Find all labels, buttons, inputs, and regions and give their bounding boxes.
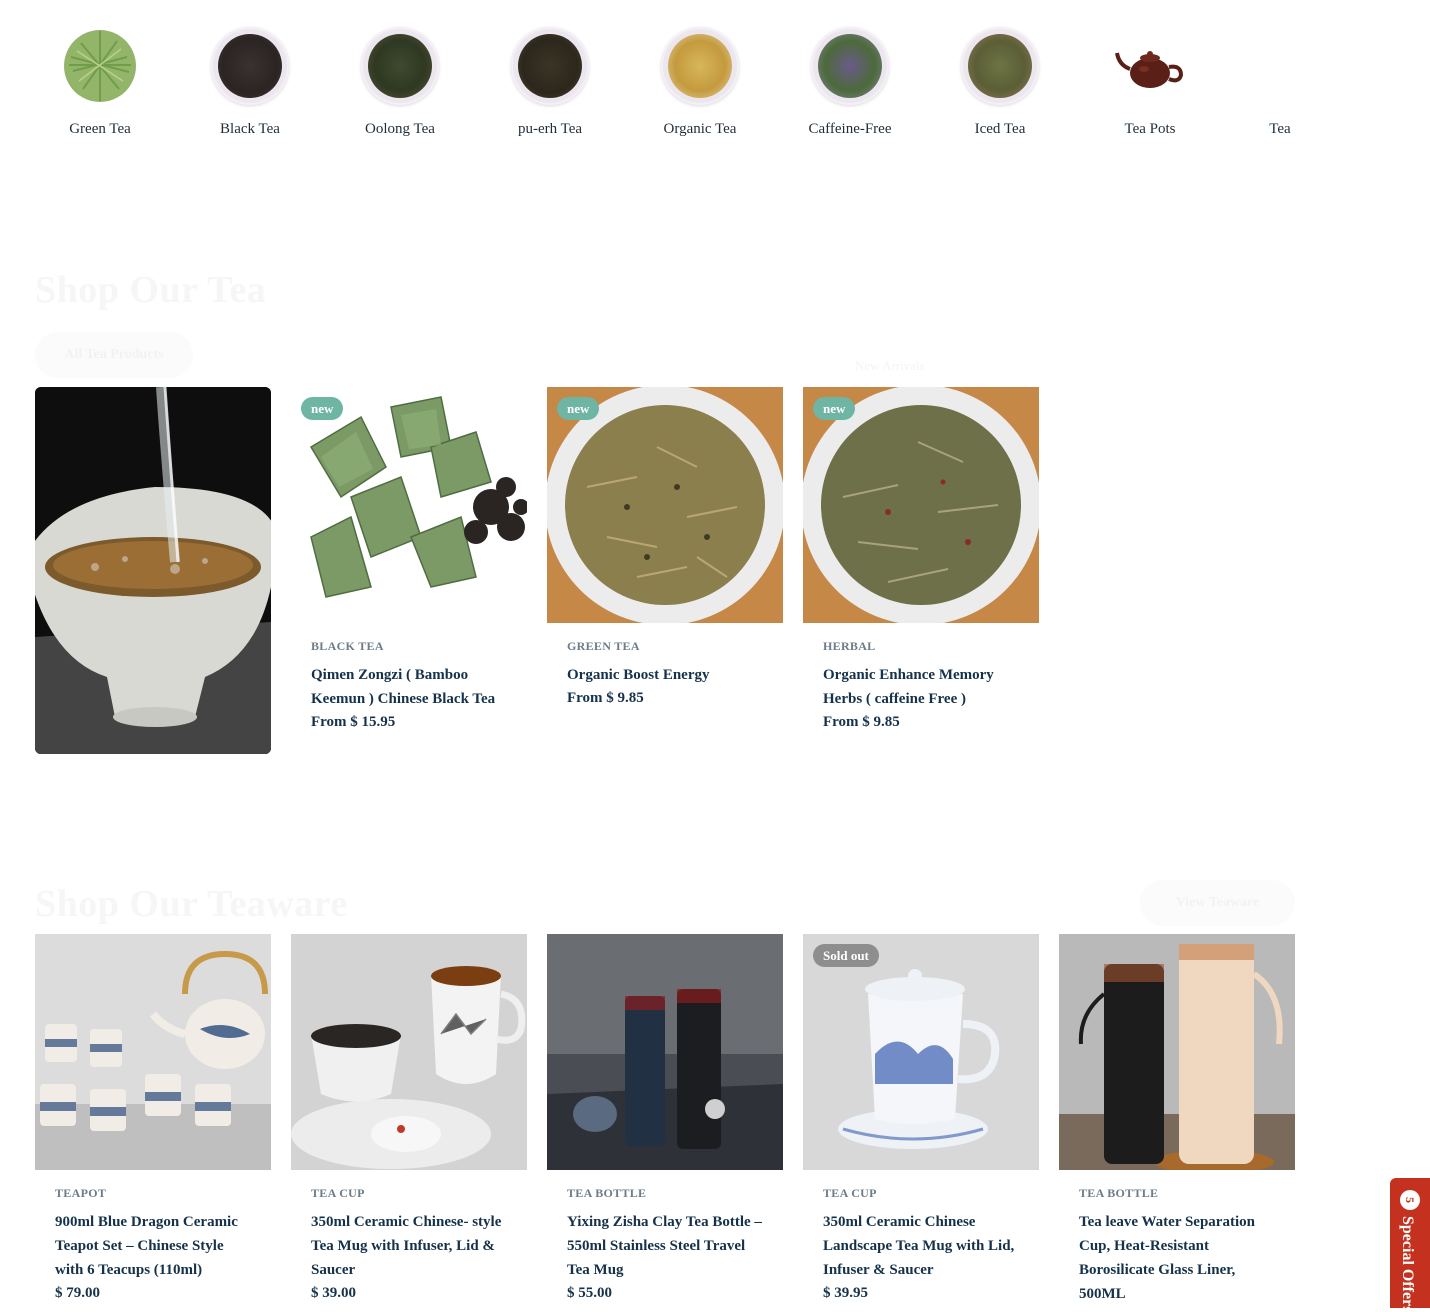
- product-price: $ 79.00: [55, 1285, 100, 1301]
- caffeine-free-bowl-icon: [811, 27, 889, 105]
- pu-erh-tea-bowl-icon: [511, 27, 589, 105]
- product-title[interactable]: Yixing Zisha Clay Tea Bottle – 550ml Sta…: [567, 1210, 763, 1282]
- product-title[interactable]: 350ml Ceramic Chinese- style Tea Mug wit…: [311, 1210, 507, 1282]
- product-price: $ 39.95: [823, 1285, 868, 1301]
- product-card[interactable]: new BLACK TEA Qimen Zongzi ( Bamboo Keem…: [291, 387, 527, 731]
- tea-section-title: Shop Our Tea: [35, 269, 267, 311]
- product-title[interactable]: 350ml Ceramic Chinese Landscape Tea Mug …: [823, 1210, 1019, 1282]
- category-label: Tea Pots: [1124, 121, 1176, 137]
- product-price: From $ 9.85: [823, 714, 900, 730]
- product-image[interactable]: new: [803, 387, 1039, 623]
- product-type: TEAPOT: [55, 1186, 107, 1200]
- product-type: TEA CUP: [823, 1186, 877, 1200]
- product-card[interactable]: TEA BOTTLE Tea leave Water Separation Cu…: [1059, 934, 1295, 1309]
- view-teaware-button[interactable]: View Teaware: [1140, 880, 1295, 926]
- category-green-tea[interactable]: Green Tea: [25, 0, 175, 137]
- badge-sold-out: Sold out: [813, 944, 879, 967]
- green-tea-leaves-icon: [61, 27, 139, 105]
- product-type: TEA CUP: [311, 1186, 365, 1200]
- offer-count-badge: 5: [1400, 1190, 1420, 1210]
- product-type: BLACK TEA: [311, 639, 384, 653]
- category-black-tea[interactable]: Black Tea: [175, 0, 325, 137]
- badge-new: new: [813, 397, 856, 420]
- product-card[interactable]: new GREEN TEA Organic Boost Energy From …: [547, 387, 783, 707]
- product-title[interactable]: Organic Boost Energy: [567, 663, 763, 687]
- category-label: Black Tea: [220, 121, 280, 137]
- teapot-icon: [1111, 27, 1189, 105]
- category-tea[interactable]: Tea: [1205, 0, 1295, 137]
- special-offers-tab[interactable]: 5 Special Offers: [1390, 1178, 1430, 1312]
- organic-tea-bowl-icon: [661, 27, 739, 105]
- product-card[interactable]: TEA CUP 350ml Ceramic Chinese- style Tea…: [291, 934, 527, 1302]
- product-price: $ 55.00: [567, 1285, 612, 1301]
- product-card[interactable]: Sold out TEA CUP 350ml Ceramic Chinese L…: [803, 934, 1039, 1302]
- product-image[interactable]: [291, 934, 527, 1170]
- category-label: Tea: [1269, 121, 1291, 137]
- category-label: Oolong Tea: [365, 121, 435, 137]
- product-card[interactable]: TEA BOTTLE Yixing Zisha Clay Tea Bottle …: [547, 934, 783, 1302]
- badge-new: new: [557, 397, 600, 420]
- product-type: TEA BOTTLE: [1079, 1186, 1159, 1200]
- category-pu-erh-tea[interactable]: pu-erh Tea: [475, 0, 625, 137]
- product-card[interactable]: TEAPOT 900ml Blue Dragon Ceramic Teapot …: [35, 934, 271, 1302]
- product-type: HERBAL: [823, 639, 876, 653]
- product-price: From $ 9.85: [567, 690, 644, 706]
- category-label: Caffeine-Free: [808, 121, 892, 137]
- black-tea-bowl-icon: [211, 27, 289, 105]
- product-type: GREEN TEA: [567, 639, 640, 653]
- category-label: pu-erh Tea: [517, 121, 583, 137]
- tea-bottle-icon: [1241, 27, 1295, 105]
- category-label: Iced Tea: [974, 121, 1026, 137]
- category-carousel: Green Tea Black Tea Oolong Tea pu-erh Te…: [25, 0, 1295, 160]
- product-price: From $ 15.95: [311, 714, 396, 730]
- teaware-section-title: Shop Our Teaware: [35, 883, 348, 925]
- all-tea-button[interactable]: All Tea Products: [35, 332, 193, 378]
- product-image[interactable]: [547, 934, 783, 1170]
- product-title[interactable]: 900ml Blue Dragon Ceramic Teapot Set – C…: [55, 1210, 251, 1282]
- product-image[interactable]: new: [547, 387, 783, 623]
- product-price: $ 39.00: [311, 1285, 356, 1301]
- product-title[interactable]: Qimen Zongzi ( Bamboo Keemun ) Chinese B…: [311, 663, 507, 711]
- tea-hero-image: [35, 387, 271, 754]
- offer-label: Special Offers: [1399, 1216, 1416, 1312]
- product-image[interactable]: new: [291, 387, 527, 623]
- new-arrivals-link[interactable]: New Arrivals: [855, 358, 925, 374]
- product-image[interactable]: Sold out: [803, 934, 1039, 1170]
- category-label: Green Tea: [69, 121, 131, 137]
- product-type: TEA BOTTLE: [567, 1186, 647, 1200]
- product-image[interactable]: [1059, 934, 1295, 1170]
- category-caffeine-free[interactable]: Caffeine-Free: [775, 0, 925, 137]
- category-organic-tea[interactable]: Organic Tea: [625, 0, 775, 137]
- category-label: Organic Tea: [663, 121, 737, 137]
- category-iced-tea[interactable]: Iced Tea: [925, 0, 1075, 137]
- badge-new: new: [301, 397, 344, 420]
- product-title[interactable]: Organic Enhance Memory Herbs ( caffeine …: [823, 663, 1019, 711]
- category-oolong-tea[interactable]: Oolong Tea: [325, 0, 475, 137]
- product-image[interactable]: [35, 934, 271, 1170]
- category-tea-pots[interactable]: Tea Pots: [1075, 0, 1225, 137]
- product-card[interactable]: new HERBAL Organic Enhance Memory Herbs …: [803, 387, 1039, 731]
- oolong-tea-bowl-icon: [361, 27, 439, 105]
- iced-tea-bowl-icon: [961, 27, 1039, 105]
